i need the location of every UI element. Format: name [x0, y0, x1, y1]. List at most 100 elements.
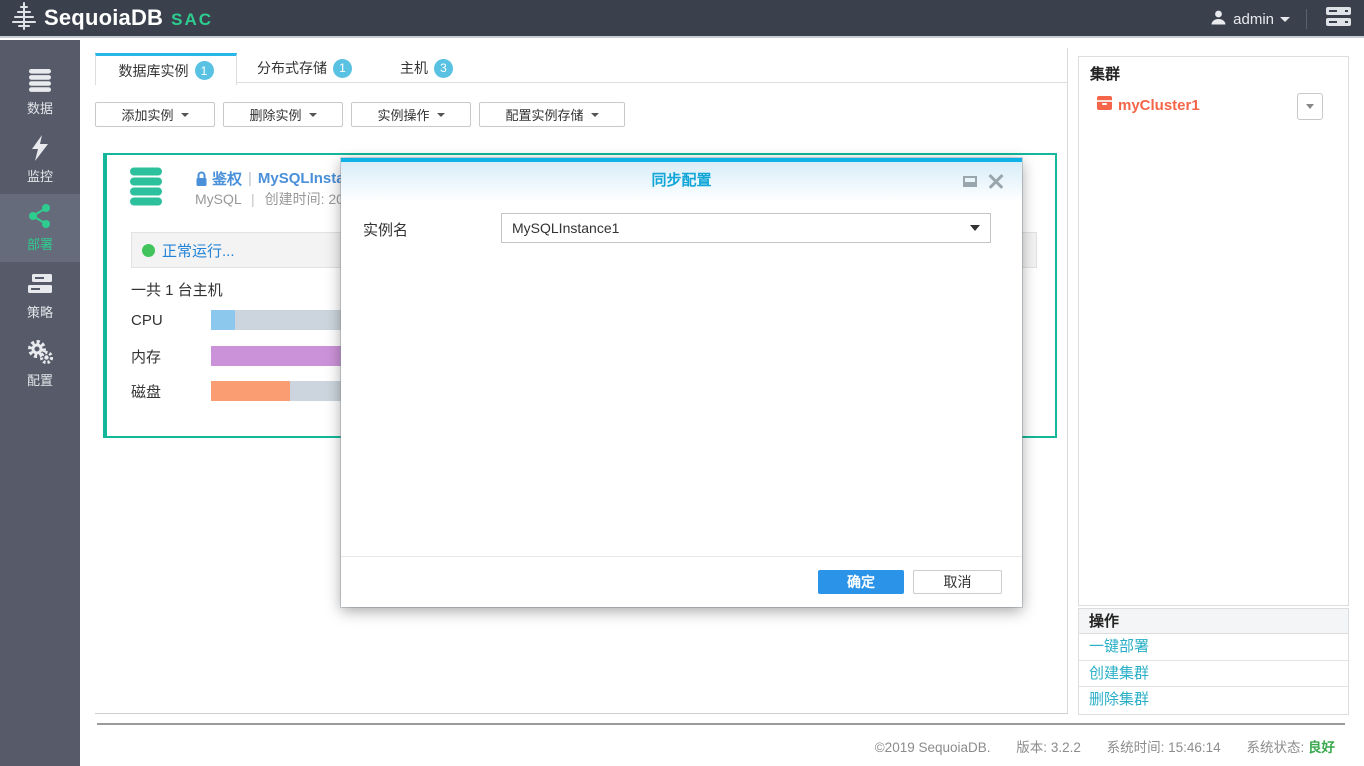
- button-label: 配置实例存储: [505, 108, 584, 123]
- modal-header[interactable]: 同步配置: [341, 162, 1022, 202]
- system-time-value: 15:46:14: [1168, 740, 1221, 755]
- sidebar-item-label: 部署: [26, 237, 53, 252]
- brand: SequoiaDB SAC: [8, 0, 213, 37]
- meter-label: 内存: [131, 348, 162, 366]
- cluster-item-mycluster1[interactable]: myCluster1: [1097, 96, 1200, 114]
- cluster-dropdown-button[interactable]: [1297, 93, 1323, 120]
- left-sidebar: 数据 监控 部署 策略 配置: [0, 40, 80, 766]
- tab-count-badge: 1: [194, 61, 214, 80]
- separator: |: [248, 170, 252, 187]
- chevron-down-icon: [970, 225, 980, 231]
- separator: |: [251, 191, 255, 207]
- chevron-down-icon: [1280, 16, 1290, 22]
- cluster-box-icon: [1097, 96, 1112, 114]
- status-text: 正常运行...: [162, 242, 235, 260]
- one-click-deploy-link[interactable]: 一键部署: [1079, 634, 1348, 661]
- user-icon: [1210, 9, 1227, 30]
- delete-instance-button[interactable]: 删除实例: [223, 102, 343, 127]
- chevron-down-icon: [590, 112, 599, 117]
- share-icon: [27, 203, 53, 229]
- delete-cluster-link[interactable]: 删除集群: [1079, 687, 1348, 714]
- sequoia-tree-logo-icon: [8, 0, 40, 37]
- sidebar-item-label: 监控: [26, 169, 53, 184]
- modal-title: 同步配置: [651, 172, 712, 189]
- button-label: 删除实例: [249, 108, 302, 123]
- sidebar-item-deploy[interactable]: 部署: [0, 194, 80, 262]
- cluster-panel: 集群 myCluster1: [1078, 56, 1349, 606]
- brand-name: SequoiaDB: [44, 5, 164, 30]
- server-stack-icon: [27, 271, 53, 297]
- tab-count-badge: 1: [333, 58, 352, 78]
- tab-database-instances[interactable]: 数据库实例 1: [95, 53, 237, 85]
- tab-label: 主机: [400, 60, 428, 76]
- sidebar-item-config[interactable]: 配置: [0, 330, 80, 398]
- configure-instance-storage-button[interactable]: 配置实例存储: [479, 102, 625, 127]
- meter-label: CPU: [131, 311, 163, 329]
- select-value: MySQLInstance1: [512, 220, 620, 236]
- system-status-value: 良好: [1308, 740, 1335, 755]
- navbar-divider: [1306, 9, 1307, 29]
- meter-label: 磁盘: [131, 383, 162, 401]
- sidebar-item-label: 配置: [26, 373, 53, 388]
- instance-type: MySQL: [195, 191, 242, 207]
- sidebar-item-monitor[interactable]: 监控: [0, 126, 80, 194]
- add-instance-button[interactable]: 添加实例: [95, 102, 215, 127]
- disk-meter-fill: [211, 381, 290, 401]
- lock-icon: [195, 171, 208, 187]
- top-navbar: SequoiaDB SAC admin: [0, 0, 1364, 38]
- instance-name-field-label: 实例名: [363, 222, 409, 239]
- user-name: admin: [1233, 10, 1274, 28]
- copyright: ©2019 SequoiaDB.: [874, 740, 991, 755]
- modal-footer: 确定 取消: [341, 556, 1022, 607]
- tab-count-badge: 3: [434, 58, 453, 78]
- navbar-right: admin: [1210, 0, 1354, 38]
- footer-divider: [97, 723, 1345, 725]
- chevron-down-icon: [180, 112, 189, 117]
- close-icon[interactable]: [988, 173, 1004, 189]
- window-restore-icon[interactable]: [963, 176, 977, 187]
- sidebar-item-strategy[interactable]: 策略: [0, 262, 80, 330]
- gears-icon: [27, 339, 53, 365]
- sync-config-modal: 同步配置 实例名 MySQLInstance1 确定 取消: [341, 158, 1022, 607]
- app-root: SequoiaDB SAC admin 数据 监控 部署 策略 配置 数据库实例…: [0, 0, 1364, 766]
- tab-bar: 数据库实例 1 分布式存储 1 主机 3: [95, 53, 455, 85]
- version-label: 版本:: [1016, 740, 1048, 755]
- auth-label: 鉴权: [212, 171, 243, 188]
- mysql-database-icon: [129, 167, 163, 213]
- sidebar-item-label: 策略: [26, 305, 53, 320]
- brand-product: SAC: [171, 9, 214, 29]
- chevron-down-icon: [1306, 104, 1314, 109]
- database-icon: [27, 67, 53, 93]
- user-menu[interactable]: admin: [1210, 9, 1290, 30]
- cluster-name: myCluster1: [1118, 96, 1200, 114]
- status-dot-icon: [142, 243, 155, 257]
- instance-toolbar: 添加实例 删除实例 实例操作 配置实例存储: [95, 102, 625, 127]
- tab-label: 分布式存储: [257, 60, 327, 76]
- hosts-summary: 一共 1 台主机: [131, 282, 223, 299]
- ok-button[interactable]: 确定: [818, 570, 904, 594]
- bolt-icon: [29, 135, 51, 161]
- system-time-label: 系统时间:: [1106, 740, 1165, 755]
- tab-hosts[interactable]: 主机 3: [398, 53, 455, 83]
- footer: ©2019 SequoiaDB. 版本: 3.2.2 系统时间: 15:46:1…: [95, 736, 1335, 756]
- tab-label: 数据库实例: [118, 62, 189, 79]
- sidebar-item-data[interactable]: 数据: [0, 58, 80, 126]
- cpu-meter-fill: [211, 310, 235, 330]
- system-status-label: 系统状态:: [1246, 740, 1305, 755]
- version-value: 3.2.2: [1050, 740, 1081, 755]
- chevron-down-icon: [308, 112, 317, 117]
- tab-distributed-storage[interactable]: 分布式存储 1: [255, 53, 354, 83]
- server-list-button[interactable]: [1323, 4, 1354, 34]
- actions-panel-title: 操作: [1079, 609, 1348, 634]
- create-cluster-link[interactable]: 创建集群: [1079, 661, 1348, 687]
- instance-name-select[interactable]: MySQLInstance1: [501, 213, 991, 243]
- server-icon: [1325, 6, 1352, 32]
- button-label: 实例操作: [377, 108, 430, 123]
- instance-operation-button[interactable]: 实例操作: [351, 102, 471, 127]
- cancel-button[interactable]: 取消: [913, 570, 1002, 594]
- cluster-panel-title: 集群: [1090, 66, 1121, 83]
- sidebar-item-label: 数据: [26, 101, 53, 116]
- button-label: 添加实例: [121, 108, 174, 123]
- actions-panel: 操作 一键部署 创建集群 删除集群: [1078, 608, 1349, 715]
- chevron-down-icon: [436, 112, 445, 117]
